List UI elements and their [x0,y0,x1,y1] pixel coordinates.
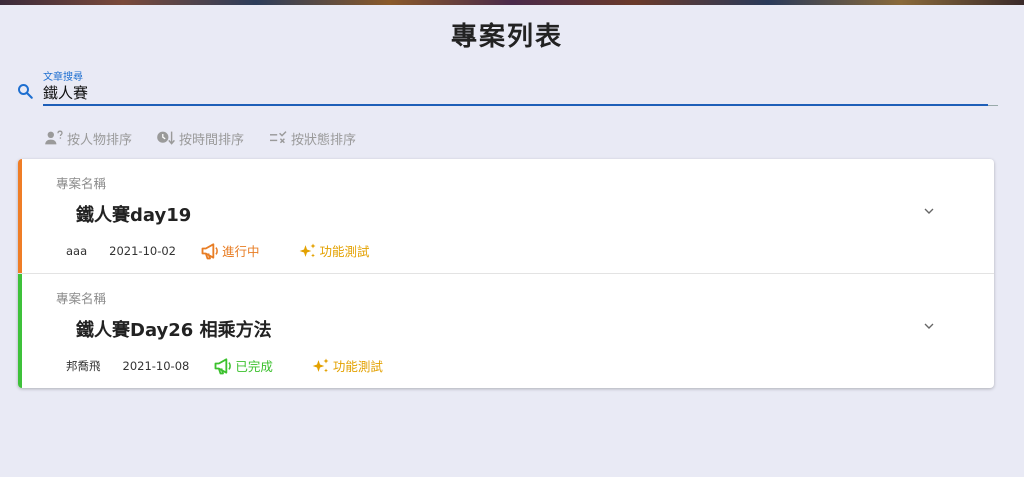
project-meta: 邦喬飛 2021-10-08 已完成 功能測試 [66,356,383,375]
sparkles-icon [312,358,329,372]
search-field[interactable]: 文章搜尋 [16,68,998,108]
project-owner: aaa [66,243,88,258]
project-date: 2021-10-02 [109,243,176,258]
status-badge: 已完成 [213,356,273,375]
header-image-strip [0,0,1024,5]
project-list: 專案名稱 鐵人賽day19 aaa 2021-10-02 進行中 功能測試 專案… [18,159,994,388]
status-color-bar [18,274,22,388]
project-item[interactable]: 專案名稱 鐵人賽Day26 相乘方法 邦喬飛 2021-10-08 已完成 功能… [18,273,994,388]
sort-by-time-label: 按時間排序 [179,132,245,148]
project-date: 2021-10-08 [122,358,190,373]
megaphone-icon [214,357,232,374]
sort-toolbar: 按人物排序 按時間排序 按狀態排序 [44,128,356,148]
project-item[interactable]: 專案名稱 鐵人賽day19 aaa 2021-10-02 進行中 功能測試 [18,159,994,273]
search-underline [43,104,988,106]
page-title: 專案列表 [450,22,563,52]
project-caption: 專案名稱 [56,291,107,306]
sort-by-person-button[interactable]: 按人物排序 [44,128,132,148]
sort-by-status-button[interactable]: 按狀態排序 [268,128,356,148]
status-color-bar [18,159,22,273]
search-input[interactable] [43,80,988,104]
tag-label: 功能測試 [332,359,383,374]
sparkles-icon [299,243,316,257]
tag-badge: 功能測試 [311,356,383,375]
status-label: 已完成 [235,359,273,374]
project-name: 鐵人賽day19 [76,205,192,226]
project-owner: 邦喬飛 [66,358,101,373]
status-label: 進行中 [222,244,260,259]
person-question-icon [45,130,63,145]
sort-by-status-label: 按狀態排序 [291,132,357,148]
clock-arrow-down-icon [157,131,175,145]
status-badge: 進行中 [200,241,260,260]
search-icon [16,82,34,100]
project-meta: aaa 2021-10-02 進行中 功能測試 [66,241,370,260]
tag-badge: 功能測試 [298,241,370,260]
megaphone-icon [201,242,218,259]
chevron-down-icon[interactable] [921,318,937,334]
project-name: 鐵人賽Day26 相乘方法 [76,320,272,341]
chevron-down-icon[interactable] [921,203,937,219]
tag-label: 功能測試 [319,244,370,259]
project-caption: 專案名稱 [56,176,107,191]
sort-by-time-button[interactable]: 按時間排序 [156,128,244,148]
checklist-x-icon [270,131,287,144]
sort-by-person-label: 按人物排序 [67,132,133,148]
